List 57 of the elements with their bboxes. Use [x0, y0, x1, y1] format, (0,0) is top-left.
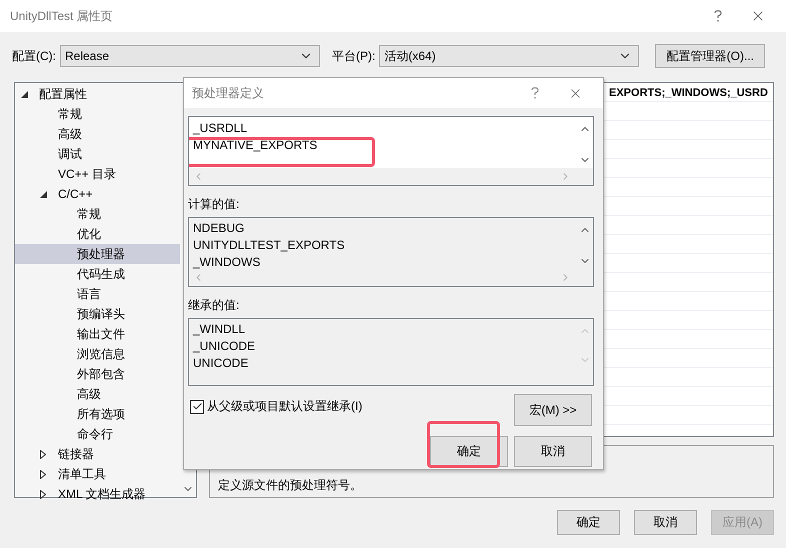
- value-line: _WINDOWS: [193, 254, 262, 269]
- expanded-triangle-icon[interactable]: [21, 90, 28, 98]
- value-line: _UNICODE: [193, 338, 256, 355]
- tree-item[interactable]: 预处理器: [15, 244, 180, 264]
- value-line: UNITYDLLTEST_EXPORTS: [193, 237, 346, 254]
- tree-item[interactable]: 预编译头: [15, 304, 180, 324]
- tree-item[interactable]: 高级: [15, 124, 180, 144]
- window-title: UnityDllTest 属性页: [10, 8, 114, 24]
- tree-item[interactable]: 代码生成: [15, 264, 180, 284]
- dialog-button[interactable]: 取消: [514, 436, 592, 467]
- tree-item[interactable]: VC++ 目录: [15, 164, 180, 184]
- tree-item[interactable]: 清单工具: [15, 464, 180, 484]
- help-icon[interactable]: [531, 87, 539, 99]
- tree-item[interactable]: XML 文档生成器: [15, 484, 180, 504]
- tree-item[interactable]: 常规: [15, 104, 180, 124]
- evaluated-label: 计算的值:: [188, 196, 240, 213]
- collapsed-triangle-icon[interactable]: [40, 470, 46, 478]
- tree-item[interactable]: 所有选项: [15, 404, 180, 424]
- value-line: UNICODE: [193, 355, 250, 368]
- evaluated-values-list[interactable]: NDEBUG UNITYDLLTEST_EXPORTS _WINDOWS: [188, 217, 594, 287]
- dialog-title: 预处理器定义: [192, 84, 265, 102]
- collapsed-triangle-icon[interactable]: [40, 450, 46, 458]
- platform-label: 平台(P):: [332, 48, 376, 64]
- tree-item[interactable]: C/C++: [15, 184, 180, 204]
- tree-item[interactable]: 调试: [15, 144, 180, 164]
- value-line: NDEBUG: [193, 220, 246, 237]
- tree-item[interactable]: 优化: [15, 224, 180, 244]
- property-value: EXPORTS;_WINDOWS;_USRD: [609, 87, 768, 99]
- inherit-checkbox[interactable]: [190, 400, 204, 414]
- description-text: 定义源文件的预处理符号。: [218, 477, 362, 494]
- config-manager-button[interactable]: 配置管理器(O)...: [655, 44, 766, 68]
- tree-item[interactable]: 常规: [15, 204, 180, 224]
- tree-item[interactable]: 高级: [15, 384, 180, 404]
- dialog-button[interactable]: 取消: [634, 510, 697, 535]
- definition-line: _USRDLL: [193, 121, 248, 135]
- tree-item[interactable]: 配置属性: [15, 84, 180, 104]
- tree-item[interactable]: 外部包含: [15, 364, 180, 384]
- config-label: 配置(C):: [12, 48, 56, 64]
- definitions-field[interactable]: _USRDLL MYNATIVE_EXPORTS: [188, 116, 594, 186]
- platform-dropdown[interactable]: 活动(x64): [379, 45, 640, 67]
- tree-item[interactable]: 输出文件: [15, 324, 180, 344]
- dialog-button[interactable]: 确定: [557, 510, 620, 535]
- tree-item[interactable]: 浏览信息: [15, 344, 180, 364]
- check-icon: [192, 401, 202, 412]
- dialog-button[interactable]: 确定: [430, 436, 508, 467]
- collapsed-triangle-icon[interactable]: [40, 490, 46, 498]
- definition-line: MYNATIVE_EXPORTS: [193, 138, 318, 152]
- tree-item[interactable]: 命令行: [15, 424, 180, 444]
- inherit-label: 从父级或项目默认设置继承(I): [207, 398, 362, 415]
- config-dropdown[interactable]: Release: [60, 45, 320, 67]
- expanded-triangle-icon[interactable]: [40, 190, 47, 198]
- macro-button[interactable]: 宏(M) >>: [514, 394, 592, 426]
- tree-item[interactable]: 语言: [15, 284, 180, 304]
- value-line: _WINDLL: [193, 321, 246, 338]
- tree-item[interactable]: 链接器: [15, 444, 180, 464]
- inherited-label: 继承的值:: [188, 297, 240, 314]
- help-icon[interactable]: [714, 10, 722, 22]
